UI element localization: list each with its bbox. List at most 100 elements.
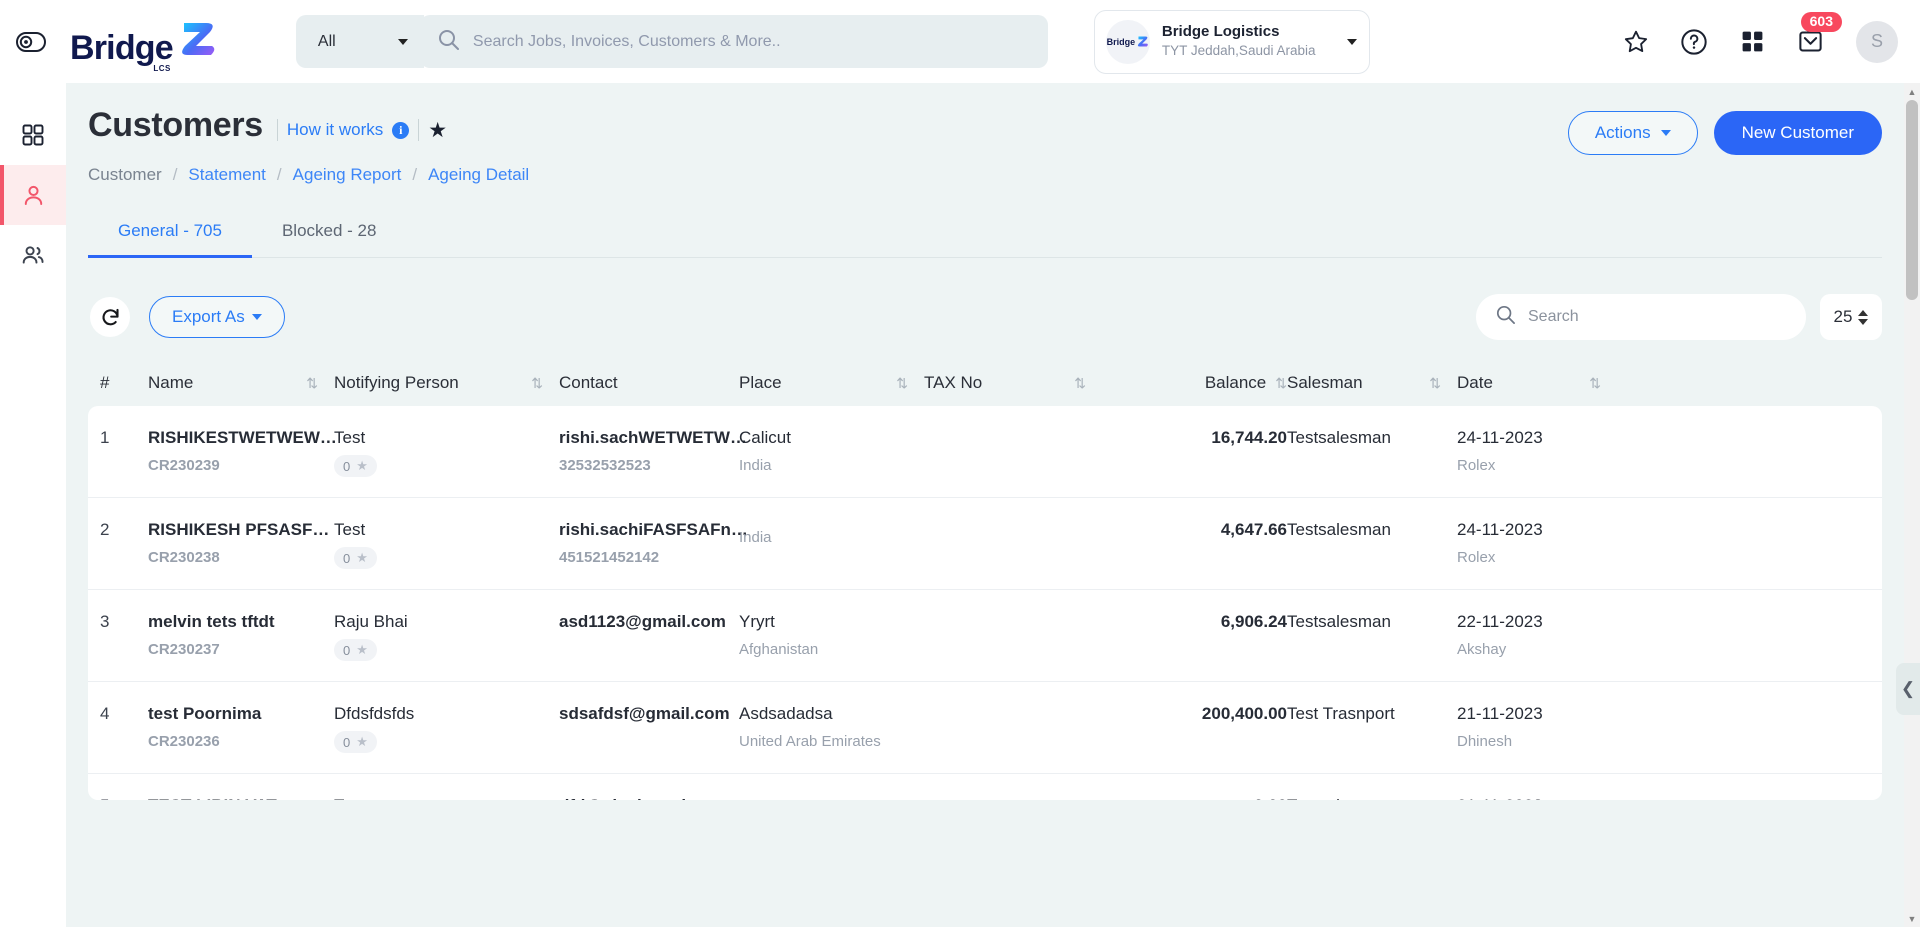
- tab-blocked[interactable]: Blocked - 28: [252, 221, 407, 258]
- page-scrollbar[interactable]: ▲ ▼: [1904, 83, 1920, 927]
- chevron-down-icon[interactable]: [1346, 38, 1357, 45]
- cell-customer-name: melvin tets tftdt CR230237: [148, 612, 334, 658]
- logo-text: Bridge LCS: [70, 31, 174, 73]
- avatar[interactable]: S: [1856, 20, 1898, 63]
- cell-notifying-person-value: Raju Bhai: [334, 612, 408, 631]
- column-header-name[interactable]: Name ⇅: [148, 373, 334, 393]
- notify-star-chip[interactable]: 0 ★: [334, 455, 377, 477]
- table-row[interactable]: 1 RISHIKESTWETWEW… CR230239 Test 0 ★ rishi.sac…: [88, 406, 1882, 498]
- chevron-down-icon: [251, 314, 262, 320]
- table-row[interactable]: 3 melvin tets tftdt CR230237 Raju Bhai 0 ★ asd…: [88, 590, 1882, 682]
- sidebar-item-customers[interactable]: [0, 165, 66, 225]
- cell-customer-name-sub: CR230238: [148, 549, 220, 566]
- table-search-box[interactable]: [1476, 294, 1806, 340]
- sort-updown-icon[interactable]: ⇅: [531, 375, 559, 392]
- scroll-up-arrow-icon[interactable]: ▲: [1904, 83, 1920, 100]
- global-search-input[interactable]: [472, 32, 1030, 51]
- breadcrumb-item-statement[interactable]: Statement: [188, 165, 266, 185]
- cell-salesman-value: Test Trasnport: [1287, 704, 1395, 723]
- sort-updown-icon[interactable]: ⇅: [1589, 375, 1617, 392]
- breadcrumb-item-ageing-report[interactable]: Ageing Report: [293, 165, 402, 185]
- organization-info: Bridge Logistics TYT Jeddah,Saudi Arabia: [1162, 23, 1347, 59]
- grid-apps-icon[interactable]: [1736, 26, 1768, 58]
- person-icon: [24, 185, 42, 205]
- scrollbar-thumb[interactable]: [1906, 100, 1918, 300]
- how-it-works-group: How it works i ★: [276, 119, 447, 141]
- search-category-select[interactable]: All: [295, 15, 424, 68]
- sidebar-item-dashboard[interactable]: [0, 105, 66, 165]
- cell-contact-value: asd1123@gmail.com: [559, 612, 726, 631]
- notify-star-chip[interactable]: 0 ★: [334, 639, 377, 661]
- column-header-salesman[interactable]: Salesman ⇅: [1287, 373, 1457, 393]
- star-icon: ★: [356, 550, 368, 565]
- cell-place: Yryrt Afghanistan: [739, 612, 924, 658]
- app-logo[interactable]: Bridge LCS: [70, 19, 218, 73]
- sort-updown-icon[interactable]: ⇅: [896, 375, 924, 392]
- cell-customer-name-value: test Poornima: [148, 704, 262, 723]
- cell-salesman-value: Testsalesman: [1287, 520, 1391, 539]
- cell-customer-name: TEST LIBIN VAT: [148, 796, 334, 800]
- sort-updown-icon[interactable]: ⇅: [1074, 375, 1102, 392]
- star-filled-icon[interactable]: ★: [428, 120, 447, 141]
- question-circle-icon[interactable]: [1678, 26, 1710, 58]
- breadcrumb-separator: /: [412, 165, 418, 184]
- tab-general[interactable]: General - 705: [88, 221, 252, 258]
- notify-count: 0: [343, 734, 351, 750]
- cell-date-sub: Rolex: [1457, 549, 1496, 566]
- cell-date-sub: Rolex: [1457, 457, 1496, 474]
- divider: [418, 119, 420, 141]
- sort-updown-icon[interactable]: ⇅: [1275, 375, 1287, 392]
- refresh-icon[interactable]: [90, 297, 130, 337]
- cell-salesman-value: Testsalesman: [1287, 428, 1391, 447]
- cell-date: 24-11-2023 Rolex: [1457, 428, 1617, 474]
- export-as-button[interactable]: Export As: [149, 296, 285, 338]
- sort-updown-icon[interactable]: ⇅: [1429, 375, 1457, 392]
- cell-contact: dfd@glaubetech.com: [559, 796, 739, 800]
- star-icon[interactable]: [1620, 26, 1652, 58]
- notify-star-chip[interactable]: 0 ★: [334, 731, 377, 753]
- page-header-row: Customers How it works i ★ Actions New C…: [88, 83, 1882, 155]
- cell-balance-value: 0.00: [1102, 796, 1287, 800]
- toolbar-right-group: 25: [1476, 294, 1882, 340]
- cell-row-number: 2: [100, 520, 148, 540]
- cell-contact-value: dfd@glaubetech.com: [559, 796, 739, 800]
- page-title: Customers: [88, 106, 263, 144]
- column-header-place[interactable]: Place ⇅: [739, 373, 924, 393]
- column-header-notifying-person[interactable]: Notifying Person ⇅: [334, 373, 559, 393]
- cell-contact: rishi.sachiFASFSAFn… 451521452142: [559, 520, 748, 566]
- column-header-date[interactable]: Date ⇅: [1457, 373, 1617, 393]
- table-row[interactable]: 2 RISHIKESH PFSASF… CR230238 Test 0 ★ rishi.sa…: [88, 498, 1882, 590]
- search-category-value: All: [317, 32, 336, 50]
- cell-customer-name-sub: CR230237: [148, 641, 220, 658]
- sidebar-item-contacts[interactable]: [0, 225, 66, 285]
- eye-toggle-icon[interactable]: [14, 25, 48, 59]
- cell-salesman-value: Testsalesman: [1287, 612, 1391, 631]
- inbox-icon[interactable]: 603: [1794, 11, 1842, 58]
- cell-salesman: Testsalesman: [1287, 520, 1457, 540]
- breadcrumb-item-ageing-detail[interactable]: Ageing Detail: [428, 165, 529, 185]
- chevron-left-icon[interactable]: ❮: [1896, 663, 1920, 715]
- cell-notifying-person: Raju Bhai 0 ★: [334, 612, 559, 661]
- how-it-works-link[interactable]: How it works: [287, 120, 383, 140]
- table-row[interactable]: 4 test Poornima CR230236 Dfdsfdsfds 0 ★ sdsafd…: [88, 682, 1882, 774]
- column-header-balance[interactable]: Balance ⇅: [1102, 373, 1287, 393]
- scroll-down-arrow-icon[interactable]: ▼: [1904, 910, 1920, 927]
- cell-contact-value: rishi.sachWETWETW…: [559, 428, 747, 447]
- cell-contact-value: rishi.sachiFASFSAFn…: [559, 520, 748, 539]
- new-customer-button[interactable]: New Customer: [1713, 111, 1882, 155]
- column-header-tax-no[interactable]: TAX No ⇅: [924, 373, 1102, 393]
- organization-selector[interactable]: Bridge Bridge Logistics TYT Jeddah,Saudi…: [1093, 9, 1370, 74]
- global-search-box[interactable]: [419, 15, 1048, 68]
- table-row[interactable]: 5TEST LIBIN VATTestdfd@glaubetech.com 0.0…: [88, 774, 1882, 800]
- table-search-input[interactable]: [1528, 308, 1786, 326]
- info-icon[interactable]: i: [392, 121, 410, 139]
- column-header-contact: Contact: [559, 373, 618, 392]
- notify-star-chip[interactable]: 0 ★: [334, 547, 377, 569]
- logo-subtext: LCS: [153, 63, 171, 73]
- cell-contact-value: sdsafdsf@gmail.com: [559, 704, 730, 723]
- cell-balance: 200,400.00: [1102, 704, 1287, 724]
- page-size-stepper[interactable]: 25: [1820, 294, 1882, 340]
- sort-updown-icon[interactable]: ⇅: [306, 375, 334, 392]
- actions-button[interactable]: Actions: [1567, 111, 1698, 155]
- header-icon-group: 603 S: [1620, 11, 1898, 63]
